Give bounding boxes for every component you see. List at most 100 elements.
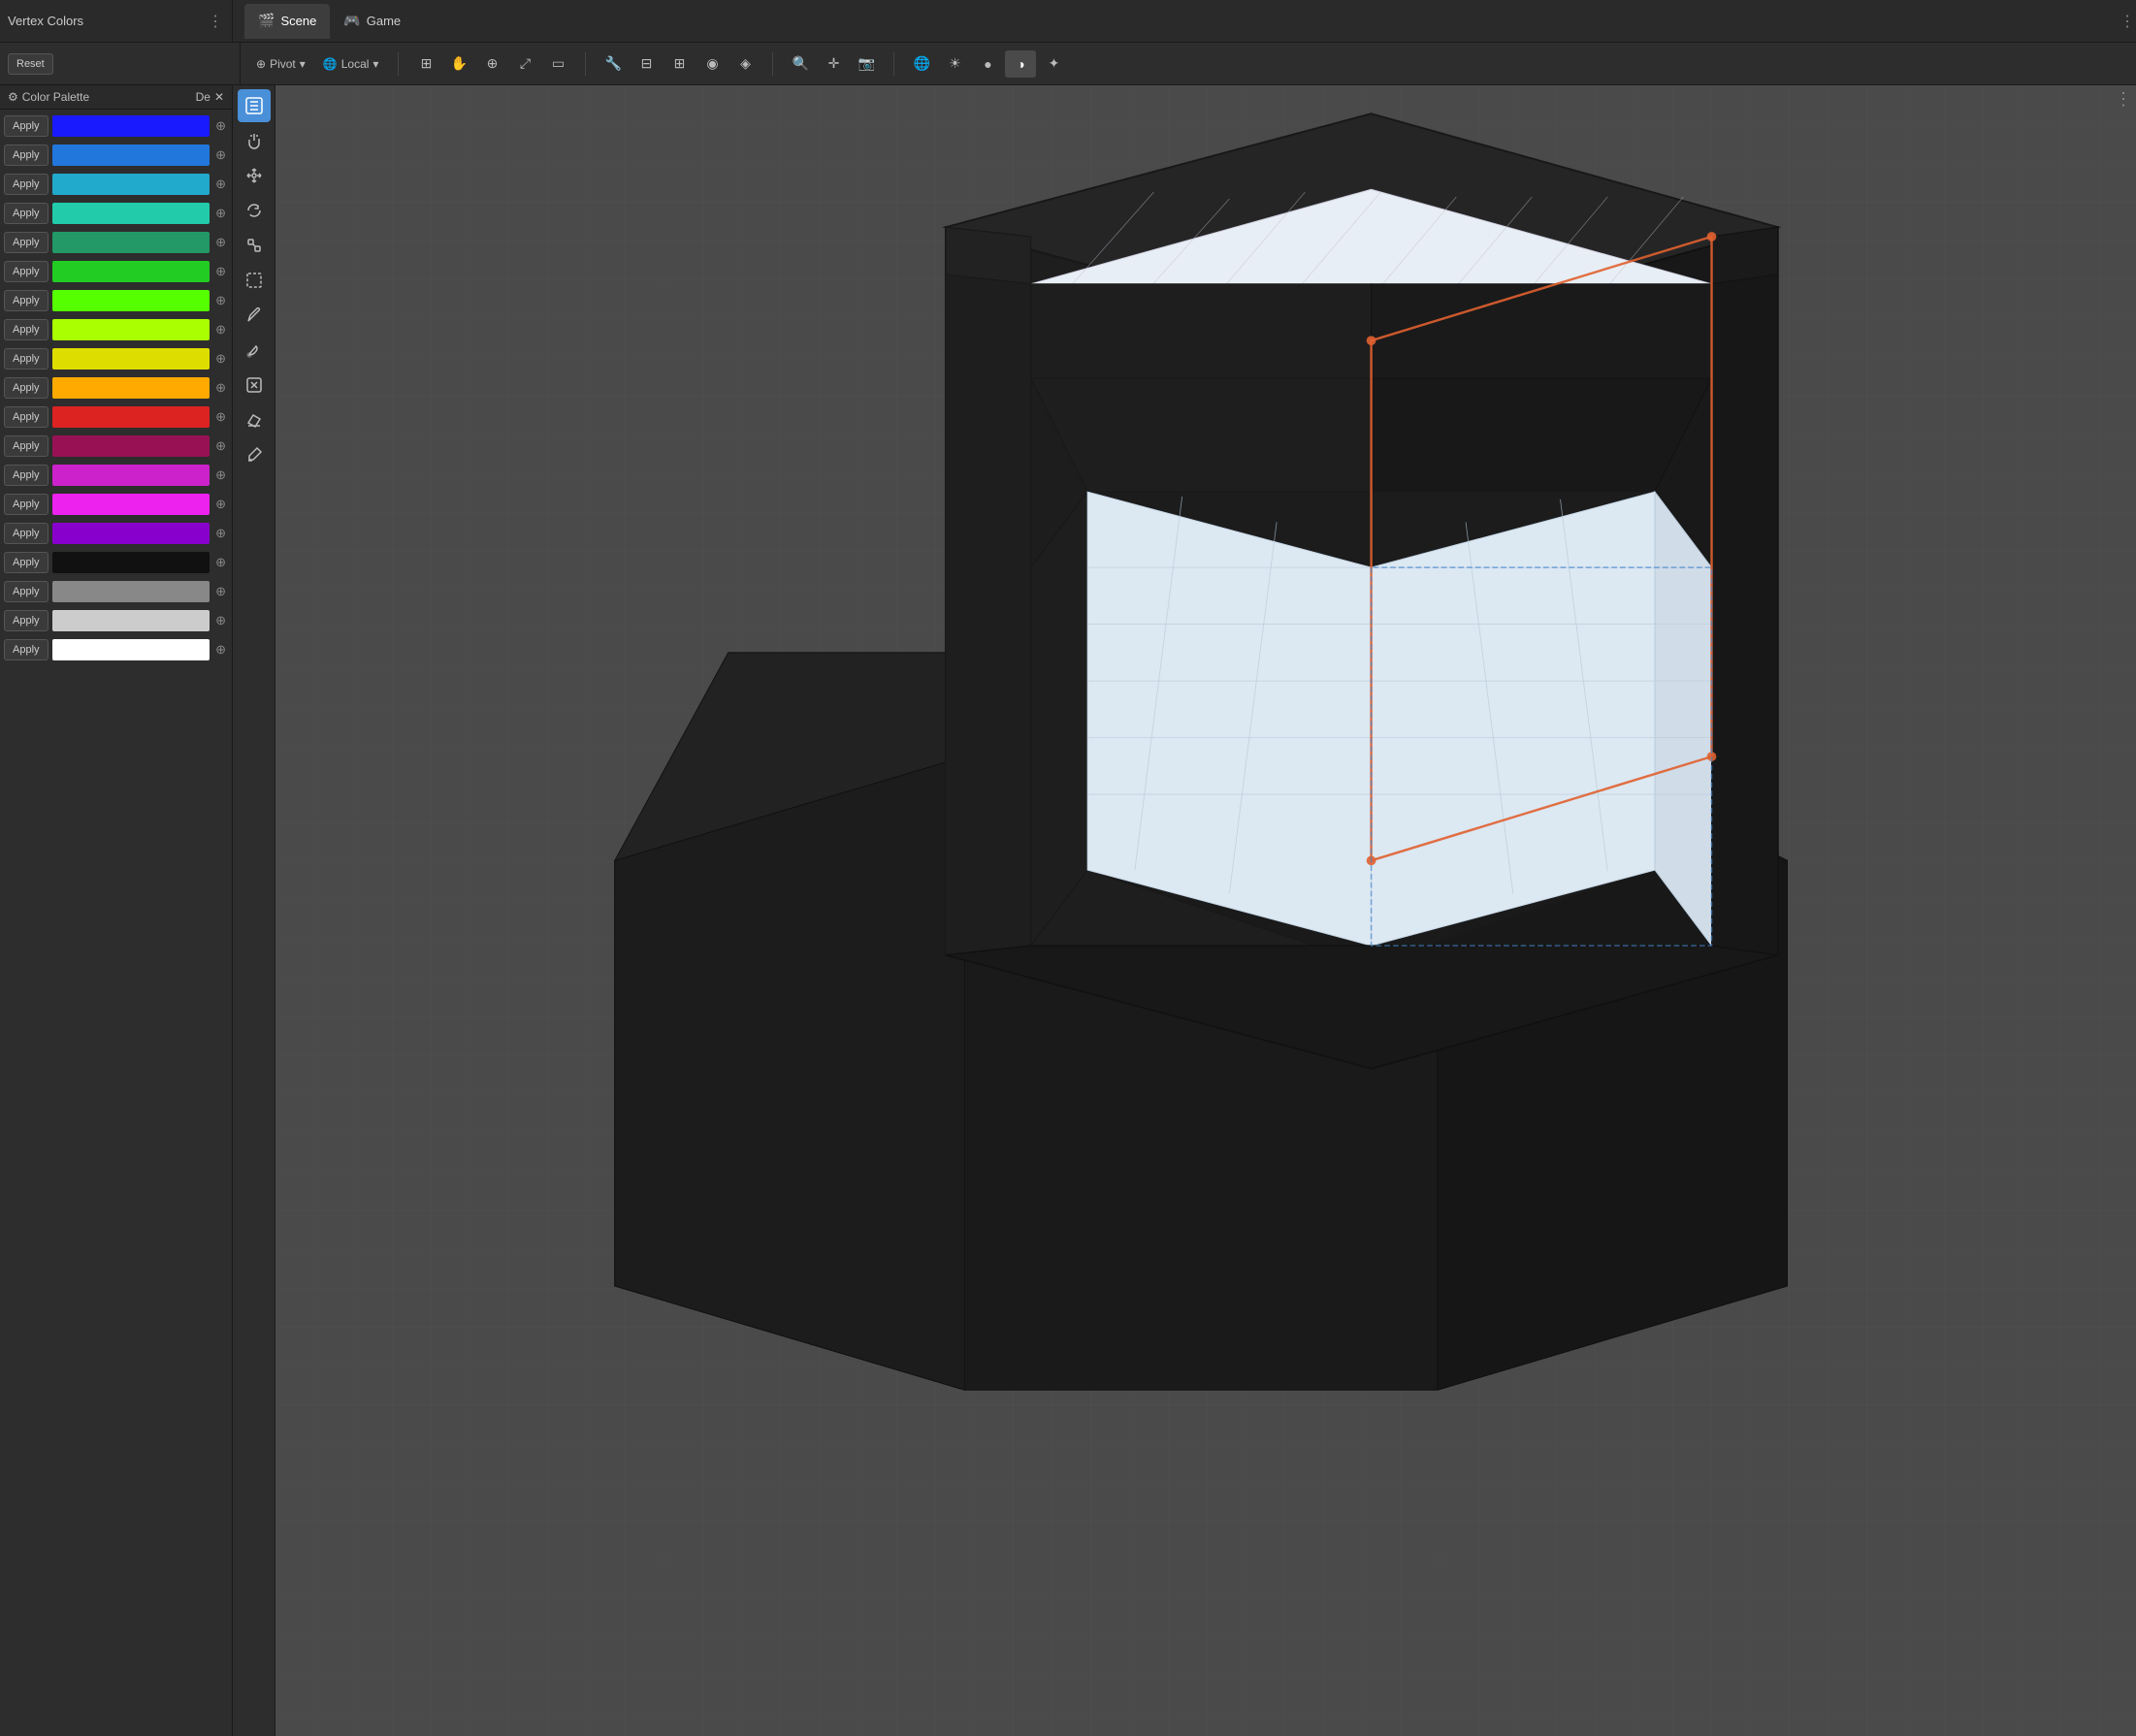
color-swatch-6[interactable] [52,261,210,282]
eyedropper-button-4[interactable]: ⊕ [213,204,228,223]
eyedropper-button-19[interactable]: ⊕ [213,640,228,659]
eyedropper-button-18[interactable]: ⊕ [213,611,228,630]
apply-button-16[interactable]: Apply [4,552,49,573]
rect-tool-btn[interactable]: ▭ [542,50,573,78]
apply-button-18[interactable]: Apply [4,610,49,631]
color-swatch-11[interactable] [52,406,210,428]
eyedropper-button-17[interactable]: ⊕ [213,582,228,601]
apply-button-10[interactable]: Apply [4,377,49,399]
topbar-menu-icon[interactable]: ⋮ [2120,12,2136,31]
apply-button-9[interactable]: Apply [4,348,49,370]
color-swatch-5[interactable] [52,232,210,253]
settings-btn[interactable]: 🔧 [598,50,629,78]
layers-btn[interactable]: ◈ [729,50,761,78]
apply-button-5[interactable]: Apply [4,232,49,253]
sphere-btn[interactable]: ◉ [696,50,728,78]
viewport[interactable]: ⋮ [275,85,2136,1736]
rotate-tool-icon[interactable] [238,194,271,227]
align-btn[interactable]: ⊟ [631,50,662,78]
move-tool-icon[interactable] [238,159,271,192]
tab-scene[interactable]: 🎬 Scene [244,4,330,39]
select-tool-icon[interactable] [238,89,271,122]
color-swatch-1[interactable] [52,115,210,137]
apply-button-19[interactable]: Apply [4,639,49,660]
apply-button-14[interactable]: Apply [4,494,49,515]
vertex-paint-icon[interactable] [238,369,271,402]
eyedropper-button-8[interactable]: ⊕ [213,320,228,339]
apply-button-7[interactable]: Apply [4,290,49,311]
eyedropper-button-10[interactable]: ⊕ [213,378,228,398]
eyedropper-button-15[interactable]: ⊕ [213,524,228,543]
apply-button-8[interactable]: Apply [4,319,49,340]
camera-btn[interactable]: 📷 [851,50,882,78]
apply-button-6[interactable]: Apply [4,261,49,282]
color-swatch-15[interactable] [52,523,210,544]
eyedropper-button-7[interactable]: ⊕ [213,291,228,310]
pivot-button[interactable]: ⊕ Pivot ▾ [248,53,313,75]
apply-button-2[interactable]: Apply [4,145,49,166]
color-swatch-14[interactable] [52,494,210,515]
sun-btn[interactable]: ☀ [939,50,970,78]
divider-2 [585,52,586,76]
color-swatch-2[interactable] [52,145,210,166]
color-swatch-12[interactable] [52,435,210,457]
scale-tool-icon[interactable] [238,229,271,262]
tab-game[interactable]: 🎮 Game [330,4,414,39]
globe-btn[interactable]: 🌐 [906,50,937,78]
eyedropper-button-14[interactable]: ⊕ [213,495,228,514]
color-swatch-16[interactable] [52,552,210,573]
grid-btn[interactable]: ⊞ [663,50,695,78]
fx-btn[interactable]: ✦ [1038,50,1069,78]
color-swatch-13[interactable] [52,465,210,486]
paint-icon[interactable] [238,299,271,332]
color-swatch-18[interactable] [52,610,210,631]
eyedropper-button-3[interactable]: ⊕ [213,175,228,194]
color-swatch-3[interactable] [52,174,210,195]
rotate-tool-btn[interactable]: ⊕ [476,50,507,78]
color-swatch-10[interactable] [52,377,210,399]
apply-button-3[interactable]: Apply [4,174,49,195]
eyedropper-button-6[interactable]: ⊕ [213,262,228,281]
tool-side-panel [233,85,275,1736]
hand-tool-btn[interactable]: ✋ [443,50,474,78]
color-swatch-4[interactable] [52,203,210,224]
brush-icon[interactable] [238,334,271,367]
hand-tool-icon[interactable] [238,124,271,157]
apply-button-12[interactable]: Apply [4,435,49,457]
panel-menu-icon[interactable]: ⋮ [208,12,224,31]
move-tool-btn[interactable]: ⊞ [410,50,441,78]
shaded-btn[interactable]: ◑ [1005,50,1036,78]
apply-button-4[interactable]: Apply [4,203,49,224]
scale-tool-btn[interactable]: ⤢ [509,50,540,78]
apply-button-15[interactable]: Apply [4,523,49,544]
color-picker-tool-icon[interactable] [238,438,271,471]
scene-icon: 🎬 [258,13,275,29]
circle-btn[interactable]: ● [972,50,1003,78]
eyedropper-button-12[interactable]: ⊕ [213,436,228,456]
nav-btn[interactable]: ✛ [818,50,849,78]
color-swatch-8[interactable] [52,319,210,340]
rect-select-icon[interactable] [238,264,271,297]
eyedropper-button-5[interactable]: ⊕ [213,233,228,252]
apply-button-1[interactable]: Apply [4,115,49,137]
eyedropper-button-2[interactable]: ⊕ [213,145,228,165]
eyedropper-button-16[interactable]: ⊕ [213,553,228,572]
color-swatch-19[interactable] [52,639,210,660]
eraser-icon[interactable] [238,403,271,436]
search-btn[interactable]: 🔍 [785,50,816,78]
color-list: Apply ⊕ Apply ⊕ Apply ⊕ Apply ⊕ Apply ⊕ Apply ⊕ Appl… [0,110,232,1736]
color-swatch-9[interactable] [52,348,210,370]
apply-button-17[interactable]: Apply [4,581,49,602]
fx-icon: ✦ [1049,55,1060,72]
viewport-menu-icon[interactable]: ⋮ [2115,89,2132,110]
eyedropper-button-9[interactable]: ⊕ [213,349,228,369]
apply-button-11[interactable]: Apply [4,406,49,428]
eyedropper-button-13[interactable]: ⊕ [213,466,228,485]
eyedropper-button-11[interactable]: ⊕ [213,407,228,427]
reset-button[interactable]: Reset [8,53,53,75]
color-swatch-7[interactable] [52,290,210,311]
color-swatch-17[interactable] [52,581,210,602]
local-button[interactable]: 🌐 Local ▾ [315,53,387,75]
eyedropper-button-1[interactable]: ⊕ [213,116,228,136]
apply-button-13[interactable]: Apply [4,465,49,486]
